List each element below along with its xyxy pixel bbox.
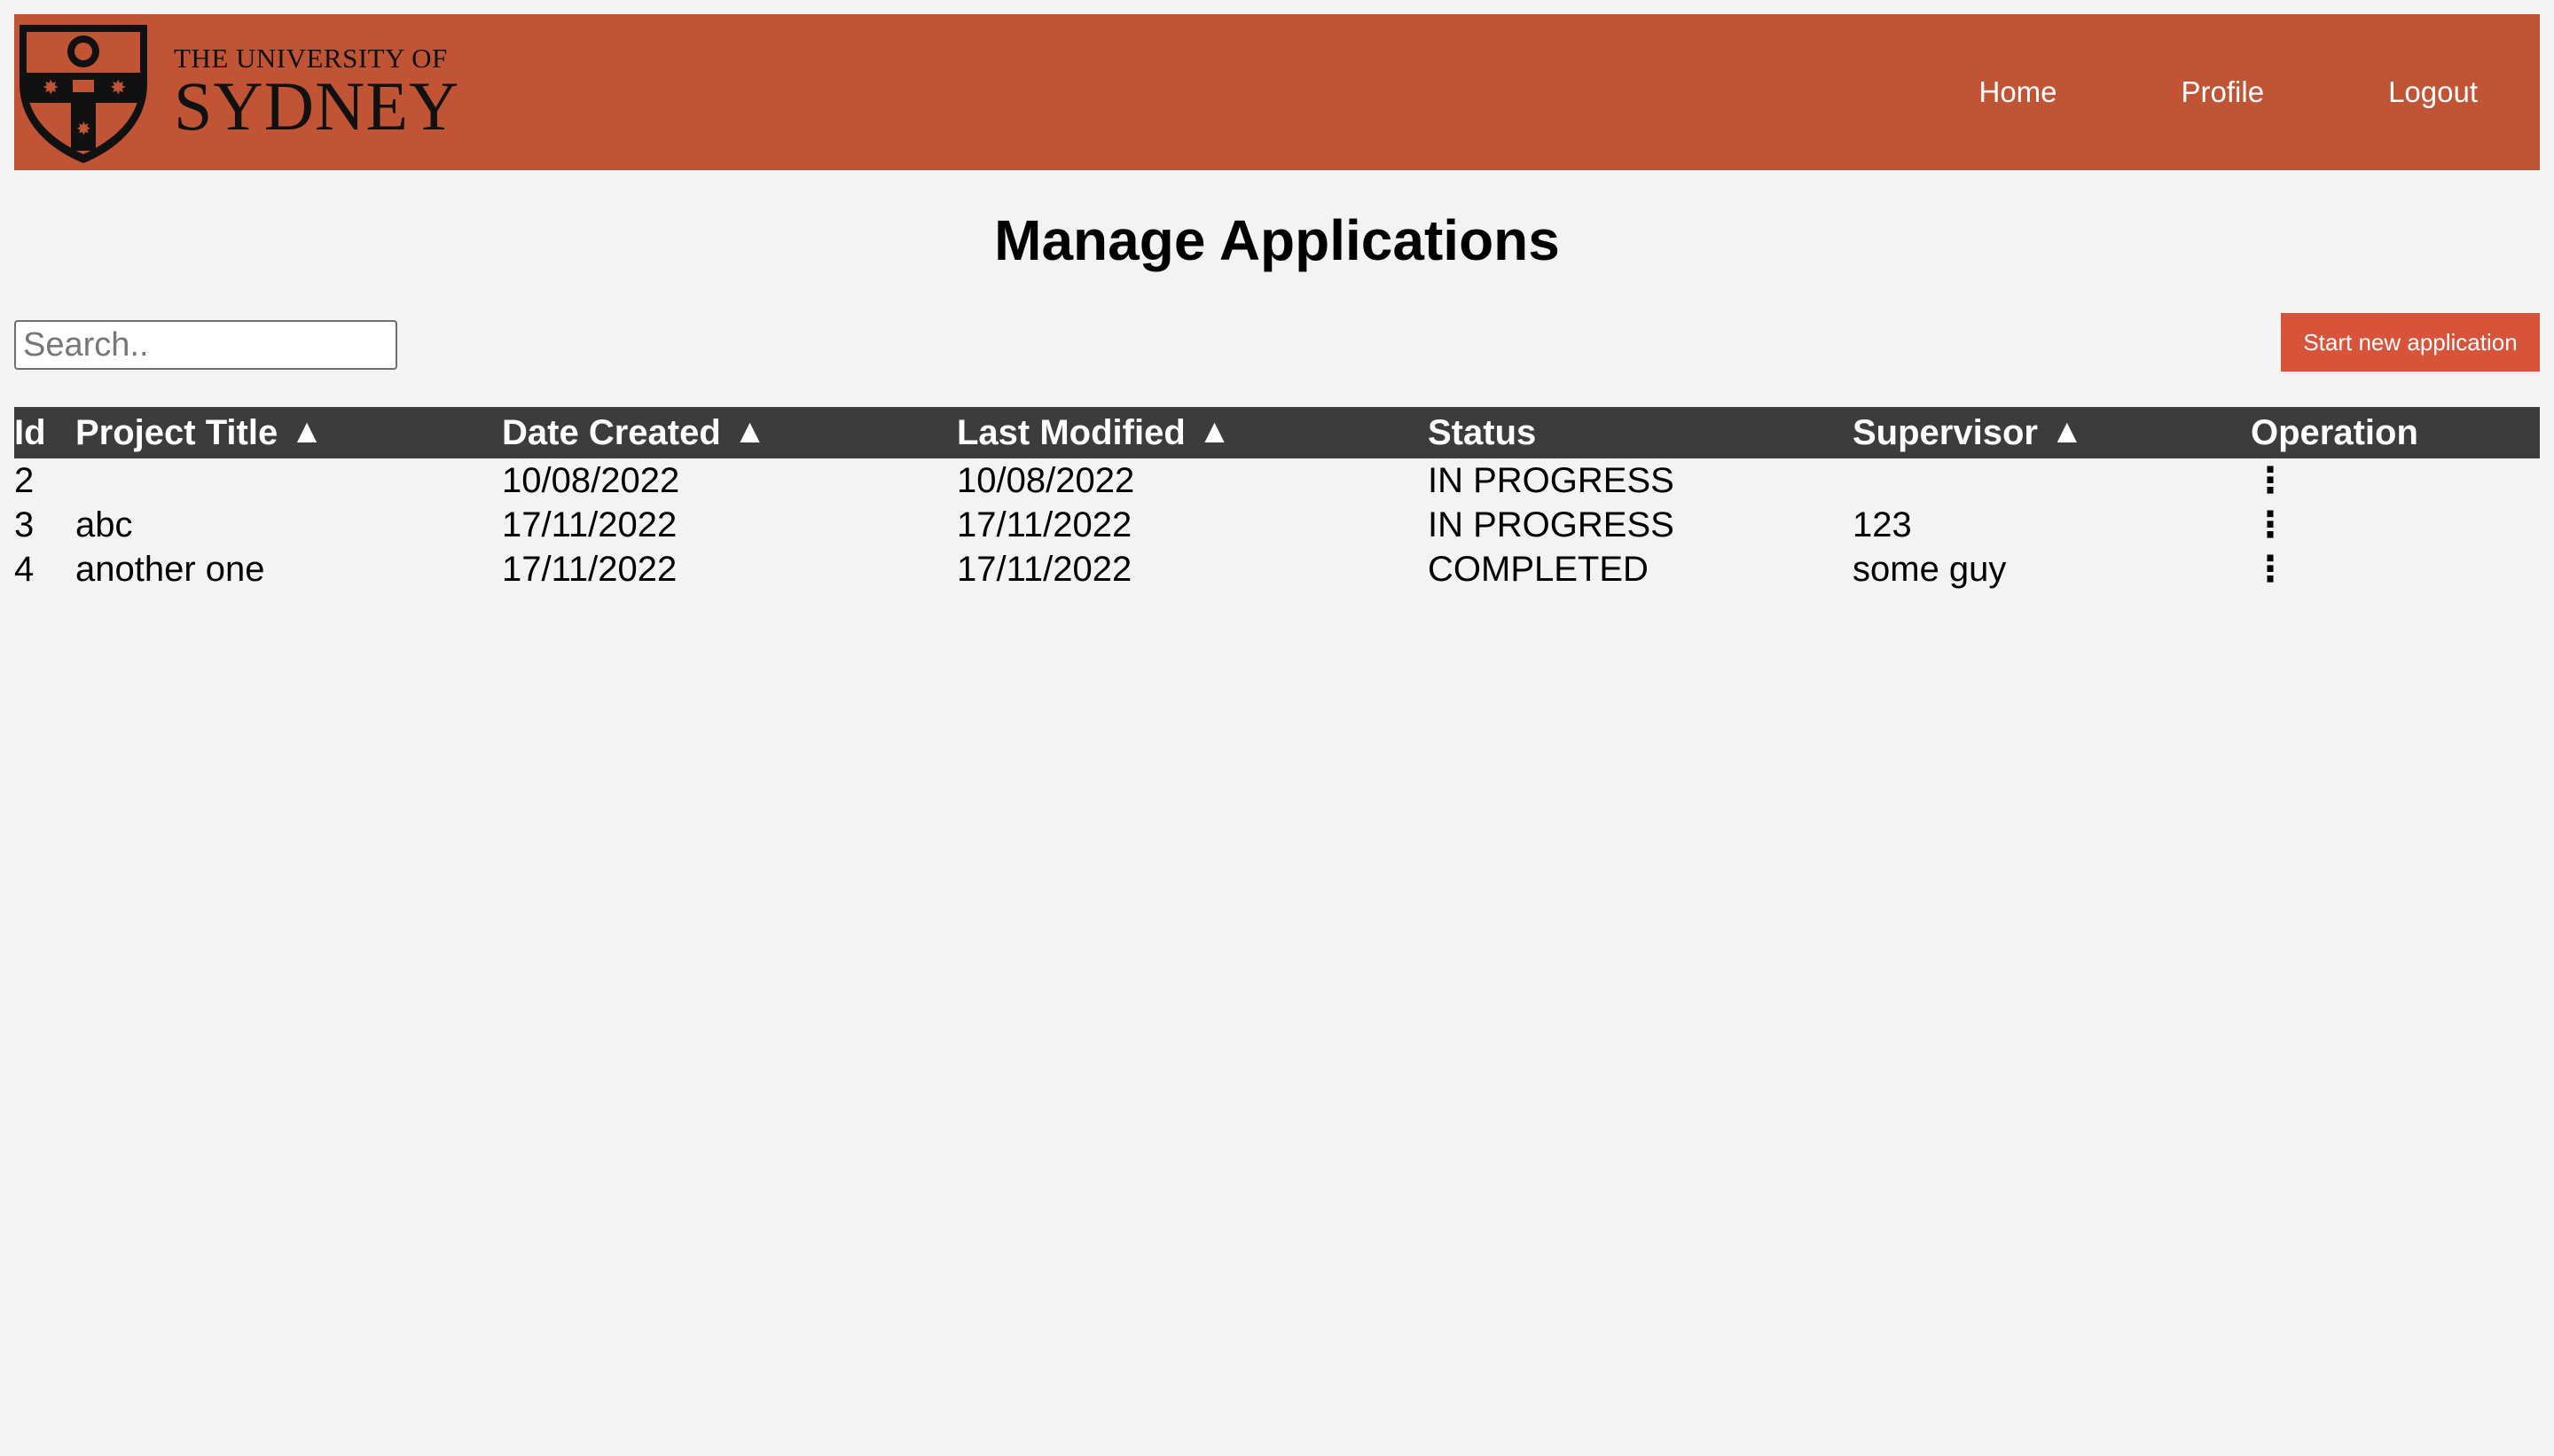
- cell-id: 3: [14, 505, 35, 544]
- cell-date-created: 17/11/2022: [502, 505, 678, 544]
- svg-text:✸: ✸: [76, 118, 91, 139]
- more-options-icon[interactable]: ⋮: [2251, 460, 2288, 501]
- university-wordmark: THE UNIVERSITY OF SYDNEY: [174, 44, 459, 141]
- cell-last-modified: 17/11/2022: [957, 505, 1132, 544]
- cell-status: COMPLETED: [1428, 549, 1649, 589]
- col-header-id: Id: [14, 407, 75, 458]
- cell-operation: ⋮: [2251, 503, 2540, 547]
- search-input[interactable]: [14, 320, 397, 370]
- cell-project-title: another one: [75, 549, 265, 589]
- col-header-status: Status: [1428, 407, 1853, 458]
- table-row: 4 another one 17/11/2022 17/11/2022 COMP…: [14, 547, 2540, 591]
- sort-ascending-icon[interactable]: ▲: [2050, 413, 2084, 451]
- sort-ascending-icon[interactable]: ▲: [733, 413, 767, 451]
- main-nav: Home Profile Logout: [1916, 14, 2540, 170]
- start-new-application-button[interactable]: Start new application: [2281, 313, 2540, 372]
- cell-supervisor: 123: [1853, 505, 1912, 544]
- cell-status: IN PROGRESS: [1428, 505, 1674, 544]
- cell-project-title: abc: [75, 505, 133, 544]
- col-header-label: Id: [14, 412, 46, 452]
- col-header-supervisor[interactable]: Supervisor ▲: [1853, 407, 2251, 458]
- col-header-label: Project Title: [75, 412, 278, 452]
- cell-date-created: 10/08/2022: [502, 460, 680, 500]
- col-header-label: Date Created: [502, 412, 721, 452]
- cell-supervisor: some guy: [1853, 549, 2007, 589]
- more-options-icon[interactable]: ⋮: [2251, 549, 2288, 590]
- col-header-label: Supervisor: [1853, 412, 2038, 452]
- cell-date-created: 17/11/2022: [502, 549, 678, 589]
- col-header-date-created[interactable]: Date Created ▲: [502, 407, 957, 458]
- cell-id: 2: [14, 460, 35, 500]
- cell-project-title: [75, 458, 502, 503]
- cell-status: IN PROGRESS: [1428, 460, 1674, 500]
- table-header: Id Project Title ▲ Date Created ▲ Last Mod…: [14, 407, 2540, 458]
- sort-ascending-icon[interactable]: ▲: [1198, 413, 1232, 451]
- cell-supervisor: [1853, 458, 2251, 503]
- cell-id: 4: [14, 549, 35, 589]
- cell-last-modified: 10/08/2022: [957, 460, 1135, 500]
- svg-text:✸: ✸: [43, 77, 59, 99]
- page: ✸ ✸ ✸ THE UNIVERSITY OF SYDNEY Home Prof…: [14, 14, 2540, 589]
- top-nav-bar: ✸ ✸ ✸ THE UNIVERSITY OF SYDNEY Home Prof…: [14, 14, 2540, 170]
- nav-logout-link[interactable]: Logout: [2326, 75, 2540, 109]
- table-row: 3 abc 17/11/2022 17/11/2022 IN PROGRESS …: [14, 503, 2540, 547]
- cell-operation: ⋮: [2251, 458, 2540, 503]
- nav-home-link[interactable]: Home: [1916, 75, 2119, 109]
- wordmark-big: SYDNEY: [174, 67, 460, 145]
- col-header-label: Operation: [2251, 412, 2418, 452]
- col-header-label: Status: [1428, 412, 1537, 452]
- col-header-label: Last Modified: [957, 412, 1186, 452]
- col-header-last-modified[interactable]: Last Modified ▲: [957, 407, 1428, 458]
- nav-profile-link[interactable]: Profile: [2119, 75, 2327, 109]
- table-row: 2 10/08/2022 10/08/2022 IN PROGRESS ⋮: [14, 458, 2540, 503]
- more-options-icon[interactable]: ⋮: [2251, 505, 2288, 545]
- applications-table: Id Project Title ▲ Date Created ▲ Last Mod…: [14, 407, 2540, 591]
- university-logo[interactable]: ✸ ✸ ✸ THE UNIVERSITY OF SYDNEY: [14, 14, 459, 170]
- page-title: Manage Applications: [994, 208, 1560, 272]
- sort-ascending-icon[interactable]: ▲: [290, 413, 324, 451]
- cell-operation: ⋮: [2251, 547, 2540, 591]
- col-header-project-title[interactable]: Project Title ▲: [75, 407, 502, 458]
- cell-last-modified: 17/11/2022: [957, 549, 1132, 589]
- svg-text:✸: ✸: [110, 77, 126, 99]
- crest-icon: ✸ ✸ ✸: [20, 25, 147, 163]
- table-body: 2 10/08/2022 10/08/2022 IN PROGRESS ⋮ 3 …: [14, 458, 2540, 591]
- header-row: Id Project Title ▲ Date Created ▲ Last Mod…: [14, 407, 2540, 458]
- col-header-operation: Operation: [2251, 407, 2540, 458]
